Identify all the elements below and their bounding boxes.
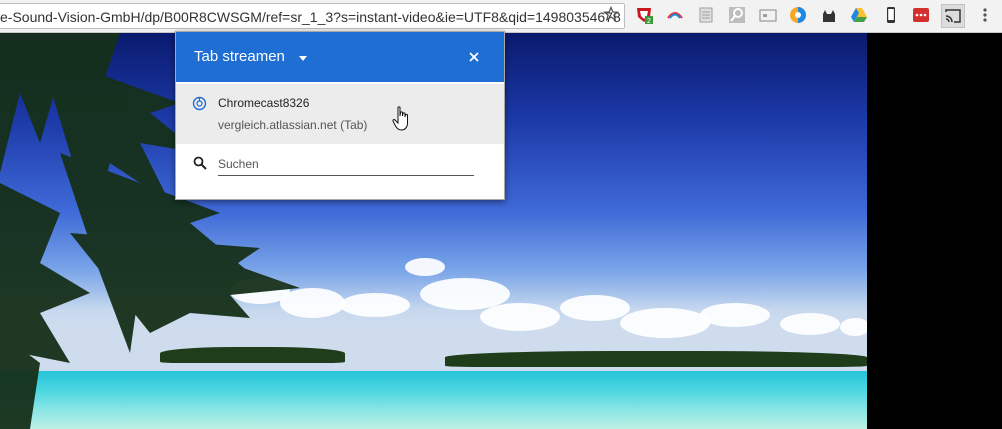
address-bar[interactable]: e-Sound-Vision-GmbH/dp/B00R8CWSGM/ref=sr… xyxy=(0,3,625,29)
cast-dialog: Tab streamen Chromecast8326 vergleich.at… xyxy=(175,31,505,200)
cloud xyxy=(840,318,867,336)
cast-icon xyxy=(945,9,961,23)
cloud xyxy=(620,308,710,338)
hand-cursor-icon xyxy=(392,106,408,131)
ublock-icon[interactable]: 2 xyxy=(635,6,653,24)
cloud xyxy=(405,258,445,276)
chevron-down-icon[interactable] xyxy=(299,56,307,61)
image-search-icon[interactable] xyxy=(728,6,746,24)
cloud xyxy=(340,293,410,317)
cast-button[interactable] xyxy=(941,4,965,28)
phone-icon[interactable] xyxy=(882,6,900,24)
island xyxy=(445,351,867,367)
star-icon[interactable] xyxy=(603,6,619,22)
document-icon[interactable] xyxy=(697,6,715,24)
red-menu-icon[interactable] xyxy=(912,6,930,24)
cast-dialog-title: Tab streamen xyxy=(194,48,285,65)
browser-toolbar: e-Sound-Vision-GmbH/dp/B00R8CWSGM/ref=sr… xyxy=(0,0,1002,33)
letterbox-bar xyxy=(867,33,1002,429)
cast-device-item[interactable]: Chromecast8326 vergleich.atlassian.net (… xyxy=(176,84,504,144)
chromecast-device-icon xyxy=(192,96,207,111)
search-icon xyxy=(193,156,207,170)
cat-icon[interactable] xyxy=(820,6,838,24)
rainbow-icon[interactable] xyxy=(666,6,684,24)
google-drive-icon[interactable] xyxy=(850,6,868,24)
cloud xyxy=(780,313,840,335)
card-icon[interactable] xyxy=(759,6,777,24)
cloud xyxy=(560,295,630,321)
kebab-menu-icon[interactable] xyxy=(976,6,994,24)
search-input[interactable] xyxy=(218,153,474,176)
address-bar-url[interactable]: e-Sound-Vision-GmbH/dp/B00R8CWSGM/ref=sr… xyxy=(0,9,621,25)
ublock-badge: 2 xyxy=(647,18,651,24)
device-name: Chromecast8326 xyxy=(218,96,310,110)
cloud xyxy=(700,303,770,327)
cloud xyxy=(480,303,560,331)
device-status: vergleich.atlassian.net (Tab) xyxy=(218,118,368,132)
cast-dialog-header: Tab streamen xyxy=(176,32,504,82)
colorful-orb-icon[interactable] xyxy=(789,6,807,24)
close-icon[interactable] xyxy=(464,47,484,67)
